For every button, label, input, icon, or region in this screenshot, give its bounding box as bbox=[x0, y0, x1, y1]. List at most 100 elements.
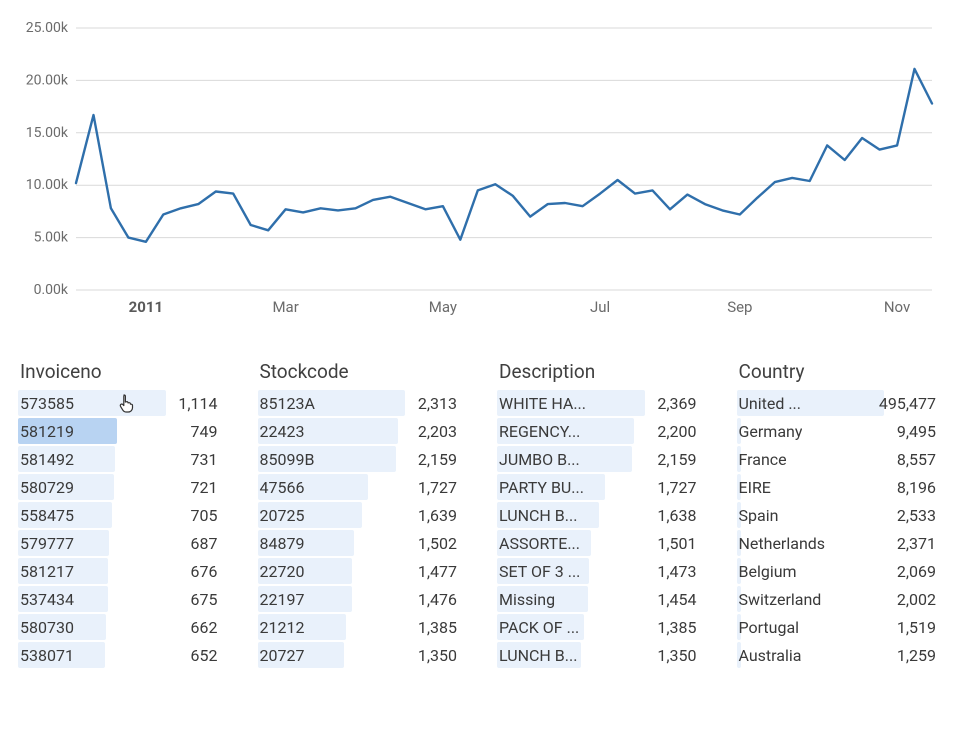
facet-row[interactable]: 85099B2,159 bbox=[258, 445, 464, 473]
facet-row[interactable]: Netherlands 2,371 bbox=[737, 529, 943, 557]
facet-row[interactable]: JUMBO B...2,159 bbox=[497, 445, 703, 473]
facet-row[interactable]: Australia1,259 bbox=[737, 641, 943, 669]
x-tick-label: Mar bbox=[272, 298, 298, 316]
facet-row[interactable]: France 8,557 bbox=[737, 445, 943, 473]
facet-row[interactable]: 581492731 bbox=[18, 445, 224, 473]
row-value: 1,727 bbox=[418, 478, 463, 497]
row-label: WHITE HA... bbox=[497, 394, 586, 413]
row-label: France bbox=[737, 450, 787, 469]
row-value: 8,196 bbox=[897, 478, 942, 497]
row-label: PARTY BU... bbox=[497, 478, 584, 497]
facet-row[interactable]: PACK OF ...1,385 bbox=[497, 613, 703, 641]
facet-row[interactable]: EIRE8,196 bbox=[737, 473, 943, 501]
column-header: Stockcode bbox=[258, 358, 464, 385]
row-label: Belgium bbox=[737, 562, 797, 581]
facet-row[interactable]: 207251,639 bbox=[258, 501, 464, 529]
facet-row[interactable]: 848791,502 bbox=[258, 529, 464, 557]
row-label: Germany bbox=[737, 422, 803, 441]
facet-row[interactable]: 212121,385 bbox=[258, 613, 464, 641]
facet-row[interactable]: 207271,350 bbox=[258, 641, 464, 669]
row-label: Spain bbox=[737, 506, 779, 525]
row-label: 558475 bbox=[18, 506, 74, 525]
facet-row[interactable]: Missing 1,454 bbox=[497, 585, 703, 613]
row-value: 2,369 bbox=[657, 394, 702, 413]
facet-row[interactable]: WHITE HA... 2,369 bbox=[497, 389, 703, 417]
facet-row[interactable]: ASSORTE...1,501 bbox=[497, 529, 703, 557]
facet-row[interactable]: Portugal1,519 bbox=[737, 613, 943, 641]
row-value: 662 bbox=[191, 618, 224, 637]
cursor-pointer-icon bbox=[118, 393, 136, 413]
column-header: Invoiceno bbox=[18, 358, 224, 385]
facet-row[interactable]: Switzerland2,002 bbox=[737, 585, 943, 613]
row-value: 2,533 bbox=[897, 506, 942, 525]
facet-row[interactable]: Germany 9,495 bbox=[737, 417, 943, 445]
facet-row[interactable]: 558475 705 bbox=[18, 501, 224, 529]
row-value: 676 bbox=[191, 562, 224, 581]
row-value: 721 bbox=[191, 478, 224, 497]
x-tick-label: Jul bbox=[590, 298, 610, 316]
facet-row[interactable]: SET OF 3 ... 1,473 bbox=[497, 557, 703, 585]
facet-row[interactable]: 5735851,114 bbox=[18, 389, 224, 417]
y-tick-label: 25.00k bbox=[26, 20, 69, 36]
facet-row[interactable]: 579777687 bbox=[18, 529, 224, 557]
row-value: 2,313 bbox=[418, 394, 463, 413]
row-value: 2,203 bbox=[418, 422, 463, 441]
row-value: 1,502 bbox=[418, 534, 463, 553]
row-value: 1,454 bbox=[657, 590, 702, 609]
facet-row[interactable]: LUNCH B...1,350 bbox=[497, 641, 703, 669]
facet-row[interactable]: 85123A2,313 bbox=[258, 389, 464, 417]
row-label: Missing bbox=[497, 590, 555, 609]
facet-row[interactable]: 538071652 bbox=[18, 641, 224, 669]
facet-row[interactable]: Spain 2,533 bbox=[737, 501, 943, 529]
row-value: 2,069 bbox=[897, 562, 942, 581]
facet-row[interactable]: 47566 1,727 bbox=[258, 473, 464, 501]
row-label: 580730 bbox=[18, 618, 74, 637]
facet-row[interactable]: Belgium 2,069 bbox=[737, 557, 943, 585]
row-label: REGENCY... bbox=[497, 422, 580, 441]
row-value: 9,495 bbox=[897, 422, 942, 441]
row-label: 581492 bbox=[18, 450, 74, 469]
facet-row[interactable]: 224232,203 bbox=[258, 417, 464, 445]
y-tick-label: 5.00k bbox=[34, 230, 69, 246]
row-label: 537434 bbox=[18, 590, 74, 609]
row-value: 1,639 bbox=[418, 506, 463, 525]
facet-row[interactable]: LUNCH B...1,638 bbox=[497, 501, 703, 529]
facet-row[interactable]: 537434 675 bbox=[18, 585, 224, 613]
row-label: 579777 bbox=[18, 534, 74, 553]
timeseries-chart[interactable]: 0.00k5.00k10.00k15.00k20.00k25.00k2011Ma… bbox=[18, 20, 942, 320]
row-value: 705 bbox=[191, 506, 224, 525]
facet-row[interactable]: United ...495,477 bbox=[737, 389, 943, 417]
row-value: 1,477 bbox=[418, 562, 463, 581]
facet-row[interactable]: REGENCY...2,200 bbox=[497, 417, 703, 445]
y-tick-label: 20.00k bbox=[26, 72, 69, 88]
row-label: Netherlands bbox=[737, 534, 826, 553]
row-label: PACK OF ... bbox=[497, 618, 579, 637]
row-label: SET OF 3 ... bbox=[497, 562, 580, 581]
facet-row[interactable]: 581219749 bbox=[18, 417, 224, 445]
facet-row[interactable]: 580730 662 bbox=[18, 613, 224, 641]
facet-row[interactable]: 580729721 bbox=[18, 473, 224, 501]
facet-row[interactable]: 221971,476 bbox=[258, 585, 464, 613]
facet-columns: Invoiceno5735851,11458121974958149273158… bbox=[18, 358, 942, 669]
row-value: 1,259 bbox=[897, 646, 942, 665]
row-value: 1,473 bbox=[657, 562, 702, 581]
facet-column: DescriptionWHITE HA...2,369REGENCY...2,2… bbox=[497, 358, 703, 669]
row-label: 47566 bbox=[258, 478, 305, 497]
row-label: 22197 bbox=[258, 590, 305, 609]
row-value: 1,727 bbox=[657, 478, 702, 497]
dashboard: 0.00k5.00k10.00k15.00k20.00k25.00k2011Ma… bbox=[0, 0, 960, 742]
row-label: 573585 bbox=[18, 394, 74, 413]
column-header: Country bbox=[737, 358, 943, 385]
row-value: 8,557 bbox=[897, 450, 942, 469]
facet-column: Country United ...495,477 Germany 9,495 Fran… bbox=[737, 358, 943, 669]
facet-row[interactable]: 581217676 bbox=[18, 557, 224, 585]
row-value: 675 bbox=[191, 590, 224, 609]
row-label: LUNCH B... bbox=[497, 506, 577, 525]
facet-row[interactable]: PARTY BU... 1,727 bbox=[497, 473, 703, 501]
facet-row[interactable]: 22720 1,477 bbox=[258, 557, 464, 585]
row-label: 581219 bbox=[18, 422, 74, 441]
row-value: 2,371 bbox=[897, 534, 942, 553]
row-label: 22720 bbox=[258, 562, 305, 581]
row-label: Switzerland bbox=[737, 590, 822, 609]
chart-svg: 0.00k5.00k10.00k15.00k20.00k25.00k2011Ma… bbox=[18, 20, 942, 320]
